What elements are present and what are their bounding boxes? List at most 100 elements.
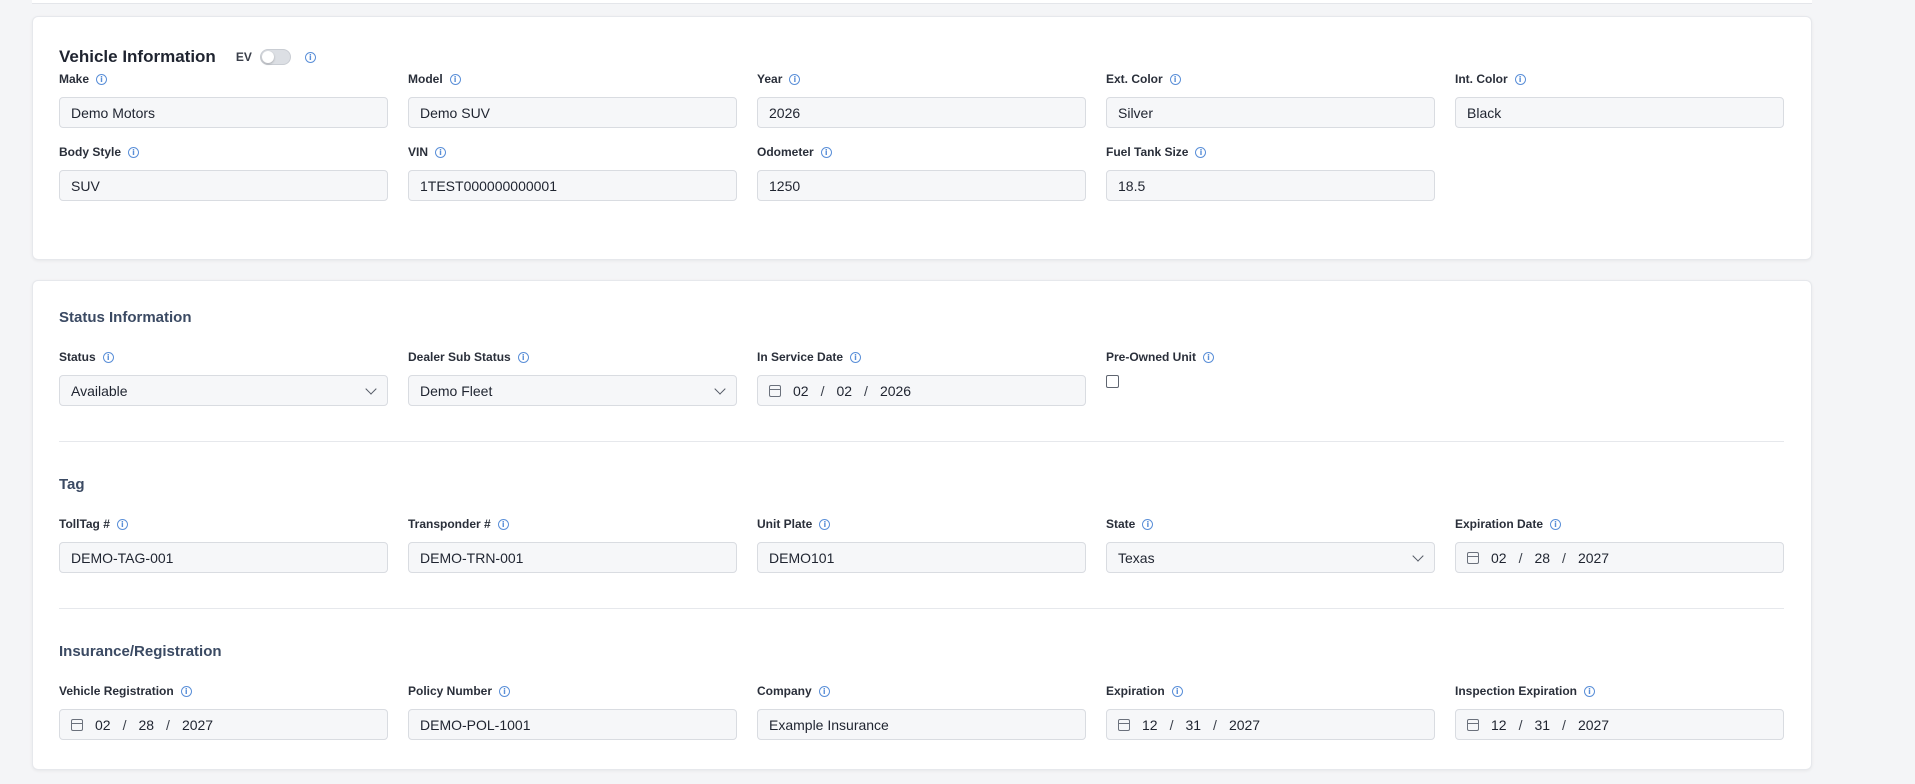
unit-plate-field: Unit Plate i DEMO101 [757, 516, 1086, 573]
date-separator: / [820, 382, 825, 399]
unit-plate-label-text: Unit Plate [757, 517, 813, 531]
int-color-label: Int. Color i [1455, 71, 1784, 87]
status-select[interactable]: Available [59, 375, 388, 406]
info-icon[interactable]: i [128, 146, 140, 158]
date-separator: / [122, 716, 127, 733]
vehicle-information-title: Vehicle Information [59, 47, 216, 66]
info-icon[interactable]: i [818, 685, 830, 697]
section-divider [59, 441, 1784, 442]
info-icon[interactable]: i [304, 51, 316, 63]
odometer-label-text: Odometer [757, 145, 814, 159]
int-color-input[interactable]: Black [1455, 97, 1784, 128]
fuel-tank-input[interactable]: 18.5 [1106, 170, 1435, 201]
info-icon[interactable]: i [517, 351, 529, 363]
make-input[interactable]: Demo Motors [59, 97, 388, 128]
state-select[interactable]: Texas [1106, 542, 1435, 573]
date-month[interactable]: 02 [793, 383, 809, 399]
info-icon[interactable]: i [1142, 518, 1154, 530]
company-input[interactable]: Example Insurance [757, 709, 1086, 740]
date-separator: / [864, 382, 868, 399]
transponder-label: Transponder # i [408, 516, 737, 532]
info-icon[interactable]: i [116, 518, 128, 530]
dealer-sub-status-field: Dealer Sub Status i Demo Fleet [408, 349, 737, 406]
info-icon[interactable]: i [1203, 351, 1215, 363]
insurance-expiration-field: Expiration i 12 / 31 / 2027 [1106, 683, 1435, 740]
odometer-input[interactable]: 1250 [757, 170, 1086, 201]
vin-field: VIN i 1TEST000000000001 [408, 144, 737, 201]
year-input[interactable]: 2026 [757, 97, 1086, 128]
tag-expiration-date-input[interactable]: 02 / 28 / 2027 [1455, 542, 1784, 573]
section-divider [59, 608, 1784, 609]
info-icon[interactable]: i [96, 73, 108, 85]
toll-tag-label-text: TollTag # [59, 517, 110, 531]
dealer-sub-status-select[interactable]: Demo Fleet [408, 375, 737, 406]
body-style-label: Body Style i [59, 144, 388, 160]
ev-label: EV [235, 50, 252, 64]
calendar-icon[interactable] [1118, 718, 1130, 731]
info-icon[interactable]: i [820, 146, 832, 158]
info-icon[interactable]: i [449, 73, 461, 85]
date-day[interactable]: 28 [1534, 550, 1550, 566]
info-icon[interactable]: i [1171, 685, 1183, 697]
info-icon[interactable]: i [1584, 685, 1596, 697]
date-day[interactable]: 02 [836, 383, 852, 399]
in-service-date-input[interactable]: 02 / 02 / 2026 [757, 375, 1086, 406]
date-day[interactable]: 31 [1534, 717, 1550, 733]
toll-tag-field: TollTag # i DEMO-TAG-001 [59, 516, 388, 573]
ev-toggle[interactable] [259, 49, 291, 65]
info-icon[interactable]: i [1514, 73, 1526, 85]
body-style-input[interactable]: SUV [59, 170, 388, 201]
date-month[interactable]: 12 [1491, 717, 1507, 733]
body-style-field: Body Style i SUV [59, 144, 388, 201]
date-year[interactable]: 2027 [1229, 717, 1260, 733]
info-icon[interactable]: i [789, 73, 801, 85]
pre-owned-checkbox[interactable] [1106, 375, 1119, 388]
status-information-title: Status Information [59, 309, 192, 326]
date-day[interactable]: 28 [138, 717, 154, 733]
calendar-icon[interactable] [769, 384, 781, 397]
info-icon[interactable]: i [499, 685, 511, 697]
vehicle-registration-input[interactable]: 02 / 28 / 2027 [59, 709, 388, 740]
info-icon[interactable]: i [1550, 518, 1562, 530]
inspection-expiration-input[interactable]: 12 / 31 / 2027 [1455, 709, 1784, 740]
status-label: Status i [59, 349, 388, 365]
date-separator: / [1518, 549, 1523, 566]
calendar-icon[interactable] [1467, 718, 1479, 731]
transponder-input[interactable]: DEMO-TRN-001 [408, 542, 737, 573]
vehicle-registration-label-text: Vehicle Registration [59, 684, 174, 698]
info-icon[interactable]: i [1169, 73, 1181, 85]
date-month[interactable]: 02 [95, 717, 111, 733]
info-icon[interactable]: i [1195, 146, 1207, 158]
ext-color-input[interactable]: Silver [1106, 97, 1435, 128]
model-input[interactable]: Demo SUV [408, 97, 737, 128]
policy-number-input[interactable]: DEMO-POL-1001 [408, 709, 737, 740]
insurance-expiration-input[interactable]: 12 / 31 / 2027 [1106, 709, 1435, 740]
unit-plate-input[interactable]: DEMO101 [757, 542, 1086, 573]
insurance-registration-title: Insurance/Registration [59, 643, 222, 660]
info-icon[interactable]: i [819, 518, 831, 530]
date-separator: / [166, 716, 170, 733]
status-label-text: Status [59, 350, 96, 364]
info-icon[interactable]: i [850, 351, 862, 363]
date-month[interactable]: 02 [1491, 550, 1507, 566]
ext-color-label-text: Ext. Color [1106, 72, 1163, 86]
inspection-expiration-label-text: Inspection Expiration [1455, 684, 1578, 698]
ext-color-field: Ext. Color i Silver [1106, 71, 1435, 128]
calendar-icon[interactable] [71, 718, 83, 731]
odometer-label: Odometer i [757, 144, 1086, 160]
info-icon[interactable]: i [180, 685, 192, 697]
toll-tag-label: TollTag # i [59, 516, 388, 532]
calendar-icon[interactable] [1467, 551, 1479, 564]
date-year[interactable]: 2027 [1578, 550, 1609, 566]
date-separator: / [1562, 716, 1566, 733]
date-year[interactable]: 2027 [1578, 717, 1609, 733]
date-month[interactable]: 12 [1142, 717, 1158, 733]
info-icon[interactable]: i [497, 518, 509, 530]
date-year[interactable]: 2027 [182, 717, 213, 733]
info-icon[interactable]: i [435, 146, 447, 158]
date-day[interactable]: 31 [1185, 717, 1201, 733]
toll-tag-input[interactable]: DEMO-TAG-001 [59, 542, 388, 573]
vin-input[interactable]: 1TEST000000000001 [408, 170, 737, 201]
date-year[interactable]: 2026 [880, 383, 911, 399]
info-icon[interactable]: i [102, 351, 114, 363]
